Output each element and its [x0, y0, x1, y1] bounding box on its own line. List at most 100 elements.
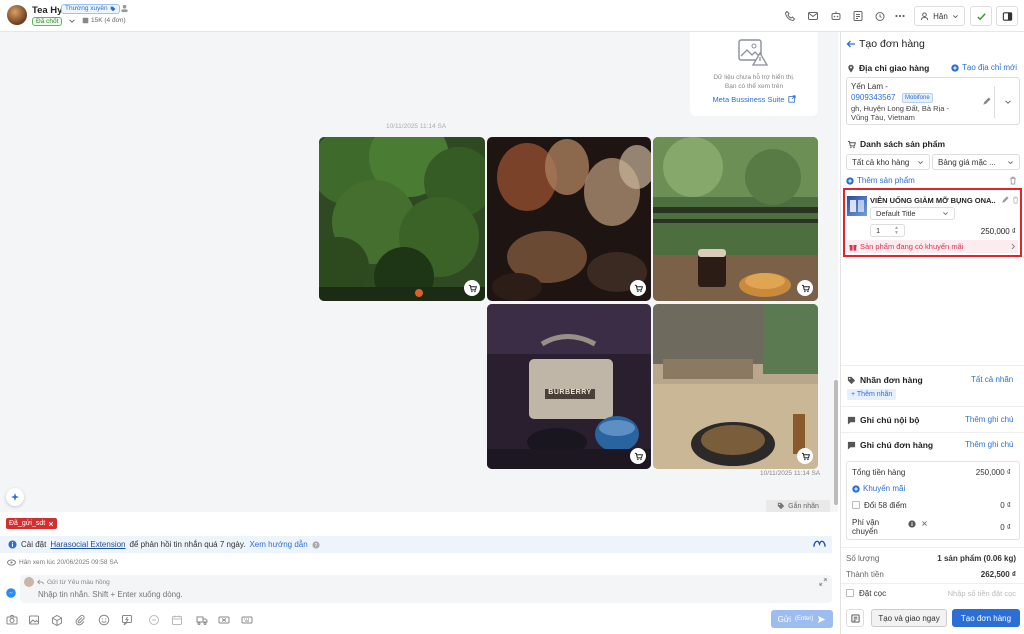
product-item[interactable]: VIÊN UỐNG GIẢM MỠ BỤNG ONA... Default Ti… — [843, 188, 1022, 257]
cart-icon[interactable] — [797, 448, 813, 464]
create-order-panel: Tạo đơn hàng Địa chỉ giao hàng Tạo địa c… — [840, 32, 1024, 634]
chevron-down-icon[interactable] — [1004, 98, 1012, 106]
create-order-button[interactable]: Tạo đơn hàng — [952, 609, 1020, 627]
photo-wine-glasses[interactable] — [487, 137, 651, 301]
trash-icon[interactable] — [1009, 176, 1017, 185]
cart-icon[interactable] — [630, 448, 646, 464]
emoji-icon[interactable] — [98, 614, 110, 626]
seen-text: Hân xem lúc 20/06/2025 09:58 SA — [19, 559, 119, 566]
status-badge[interactable]: Đã chốt — [32, 17, 63, 26]
phone-icon[interactable] — [783, 9, 797, 23]
edit-pencil-icon[interactable] — [1001, 196, 1009, 204]
customer-tag-badge[interactable]: Thường xuyên — [61, 4, 120, 14]
promotion-link[interactable]: Khuyến mãi — [852, 484, 905, 493]
ai-assist-button[interactable] — [6, 488, 24, 506]
panel-layout-icon — [1002, 11, 1013, 22]
order-stats-text: 15K (4 đơn) — [91, 17, 126, 24]
warehouse-select[interactable]: Tất cả kho hàng — [846, 154, 930, 170]
toggle-panel-button[interactable] — [996, 6, 1018, 26]
amount-label: Thành tiền — [846, 570, 884, 579]
info-icon[interactable] — [908, 520, 916, 528]
product-price: 250,000 ₫ — [980, 227, 1016, 236]
new-address-text: Tạo địa chỉ mới — [962, 63, 1018, 72]
complete-button[interactable] — [970, 6, 992, 26]
variant-select[interactable]: Default Title — [870, 207, 955, 220]
guide-link[interactable]: Xem hướng dẫn — [249, 540, 307, 549]
note-icon[interactable] — [851, 9, 865, 23]
cart-icon[interactable] — [630, 280, 646, 296]
redeem-points-checkbox[interactable] — [852, 501, 860, 509]
chevron-down-icon — [1007, 159, 1014, 166]
more-icon[interactable] — [893, 9, 907, 23]
avatar[interactable] — [7, 5, 27, 25]
seen-status: Hân xem lúc 20/06/2025 09:58 SA — [7, 559, 118, 566]
promotion-text: Sản phẩm đang có khuyến mãi — [860, 242, 964, 251]
chevron-down-icon — [952, 13, 959, 20]
clear-icon[interactable] — [921, 520, 928, 527]
all-labels-link[interactable]: Tất cả nhãn — [971, 375, 1013, 384]
trash-icon[interactable] — [1012, 196, 1019, 204]
compose-box[interactable]: Gửi từ Yêu màu hồng — [20, 575, 832, 603]
mail-icon[interactable] — [806, 9, 820, 23]
calendar-icon[interactable] — [171, 614, 183, 626]
chat-bubble-icon[interactable] — [148, 614, 160, 626]
expand-icon[interactable] — [819, 578, 827, 586]
add-label-button[interactable]: Gắn nhãn — [766, 500, 830, 512]
points-value: 0 ₫ — [1000, 501, 1011, 510]
image-icon[interactable] — [28, 614, 40, 626]
photo-burberry-bag[interactable]: BURBERRY — [487, 304, 651, 469]
message-timestamp: 10/11/2025 11:14 SA — [760, 470, 821, 477]
keyboard-icon[interactable] — [241, 614, 253, 626]
product-box-icon[interactable] — [51, 614, 63, 626]
deposit-checkbox[interactable] — [846, 589, 854, 597]
deposit-input[interactable]: Nhập số tiền đặt cọc — [948, 589, 1016, 598]
promotion-banner[interactable]: Sản phẩm đang có khuyến mãi — [847, 240, 1018, 253]
cart-icon[interactable] — [464, 280, 480, 296]
address-card[interactable]: Yến Lam - 0909343567 Mobifone gh, Huyện … — [846, 77, 1020, 125]
photo-coffee-croissant[interactable] — [653, 137, 818, 301]
quantity-stepper[interactable]: 1 ▲ ▼ — [870, 224, 905, 237]
assignee-select[interactable]: Hân — [914, 6, 965, 26]
back-arrow-icon[interactable] — [846, 39, 856, 49]
quick-reply-icon[interactable] — [121, 614, 133, 626]
compose-toolbar — [0, 606, 838, 634]
internal-note-heading: Ghi chú nội bộ — [847, 415, 920, 425]
new-address-link[interactable]: Tạo địa chỉ mới — [951, 63, 1017, 72]
add-internal-note-link[interactable]: Thêm ghi chú — [965, 415, 1013, 424]
alarm-icon[interactable] — [873, 9, 887, 23]
users-icon[interactable] — [120, 4, 129, 13]
check-icon — [976, 11, 987, 22]
edit-pencil-icon[interactable] — [982, 97, 991, 106]
assignee-name: Hân — [933, 11, 948, 21]
reply-source-text: Gửi từ Yêu màu hồng — [47, 578, 110, 586]
order-list-button[interactable] — [846, 609, 864, 627]
user-icon — [920, 11, 929, 21]
coupon-icon[interactable] — [218, 614, 230, 626]
messenger-icon[interactable] — [6, 588, 16, 598]
chat-scrollbar[interactable] — [834, 380, 838, 505]
help-icon[interactable]: ? — [312, 540, 320, 549]
meta-business-link[interactable]: Meta Bussiness Suite — [690, 95, 818, 104]
conversation-tag-chip[interactable]: Đã_gửi_sdt — [6, 518, 58, 529]
create-and-deliver-button[interactable]: Tạo và giao ngay — [871, 609, 947, 627]
photo-restaurant[interactable] — [653, 304, 818, 469]
add-order-label-button[interactable]: + Thêm nhãn — [847, 389, 897, 400]
shipping-icon[interactable] — [196, 614, 208, 626]
close-icon[interactable] — [48, 521, 54, 527]
cart-icon[interactable] — [797, 280, 813, 296]
extension-link[interactable]: Harasocial Extension — [50, 540, 125, 549]
message-input[interactable] — [38, 588, 798, 600]
add-order-note-link[interactable]: Thêm ghi chú — [965, 440, 1013, 449]
customer-name[interactable]: Tea Hy — [32, 5, 62, 16]
chevron-down-icon[interactable] — [68, 17, 76, 25]
chat-messages[interactable]: Dữ liệu chưa hỗ trợ hiển thị. Bạn có thể… — [0, 32, 838, 512]
product-name: VIÊN UỐNG GIẢM MỠ BỤNG ONA... — [870, 196, 996, 205]
camera-icon[interactable] — [6, 614, 18, 626]
price-list-select[interactable]: Bảng giá mặc ... — [932, 154, 1020, 170]
attachment-icon[interactable] — [74, 614, 86, 626]
stepper-arrows-icon[interactable]: ▲ ▼ — [894, 225, 899, 236]
bot-icon[interactable] — [829, 9, 843, 23]
send-button[interactable]: Gửi (Enter) — [771, 610, 833, 628]
photo-tree[interactable] — [319, 137, 485, 301]
add-product-link[interactable]: Thêm sản phẩm — [846, 176, 915, 185]
